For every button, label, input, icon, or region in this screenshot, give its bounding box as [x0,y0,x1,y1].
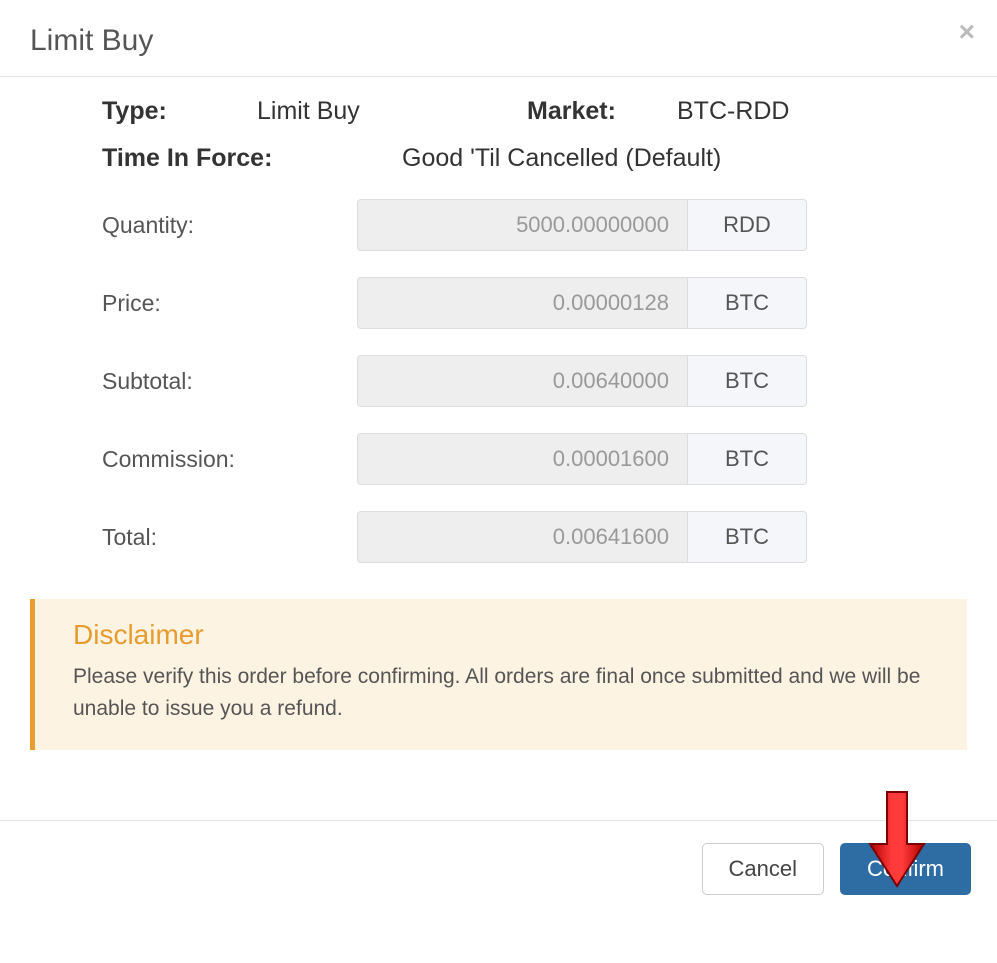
commission-unit: BTC [687,433,807,485]
commission-label: Commission: [102,446,357,473]
total-label: Total: [102,524,357,551]
price-unit: BTC [687,277,807,329]
quantity-unit: RDD [687,199,807,251]
price-input[interactable] [357,277,687,329]
subtotal-label: Subtotal: [102,368,357,395]
limit-buy-modal: Limit Buy × Type: Limit Buy Market: BTC-… [0,0,997,917]
market-value: BTC-RDD [677,97,790,126]
subtotal-row: Subtotal: BTC [102,355,807,407]
market-label: Market: [527,97,677,126]
subtotal-input[interactable] [357,355,687,407]
total-unit: BTC [687,511,807,563]
summary-row-type-market: Type: Limit Buy Market: BTC-RDD [102,97,927,126]
type-label: Type: [102,97,257,126]
commission-row: Commission: BTC [102,433,807,485]
modal-title: Limit Buy [30,24,967,58]
type-value: Limit Buy [257,97,527,126]
summary-row-tif: Time In Force: Good 'Til Cancelled (Defa… [102,144,927,173]
modal-header: Limit Buy × [0,0,997,77]
total-input[interactable] [357,511,687,563]
confirm-button[interactable]: Confirm [840,843,971,895]
quantity-input[interactable] [357,199,687,251]
modal-body: Type: Limit Buy Market: BTC-RDD Time In … [0,77,997,758]
price-row: Price: BTC [102,277,807,329]
quantity-label: Quantity: [102,212,357,239]
quantity-row: Quantity: RDD [102,199,807,251]
tif-label: Time In Force: [102,144,402,173]
disclaimer-heading: Disclaimer [73,619,929,651]
price-label: Price: [102,290,357,317]
disclaimer-body: Please verify this order before confirmi… [73,661,929,724]
disclaimer-panel: Disclaimer Please verify this order befo… [30,599,967,750]
cancel-button[interactable]: Cancel [702,843,824,895]
modal-footer: Cancel Confirm [0,820,997,917]
close-icon[interactable]: × [959,18,975,46]
commission-input[interactable] [357,433,687,485]
tif-value: Good 'Til Cancelled (Default) [402,144,927,173]
subtotal-unit: BTC [687,355,807,407]
total-row: Total: BTC [102,511,807,563]
